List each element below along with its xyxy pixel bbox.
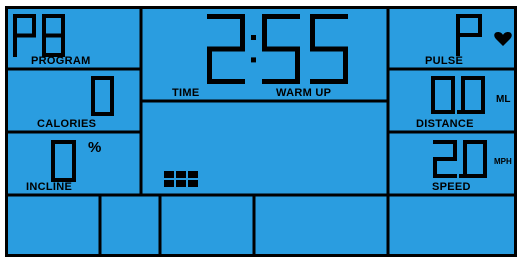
- speed-label: SPEED: [432, 181, 471, 193]
- incline-label: INCLINE: [26, 181, 72, 193]
- incline-unit: %: [88, 139, 101, 156]
- time-label: TIME: [172, 87, 199, 99]
- distance-label: DISTANCE: [416, 118, 474, 130]
- treadmill-console-display: PROGRAM CALORIES % INCLINE TIME WARM UP …: [5, 6, 517, 257]
- speed-unit: MPH: [494, 157, 512, 166]
- program-label: PROGRAM: [31, 55, 91, 67]
- calories-label: CALORIES: [37, 118, 96, 130]
- pulse-label: PULSE: [425, 55, 463, 67]
- mode-label: WARM UP: [276, 87, 331, 99]
- distance-unit: ML: [496, 94, 510, 105]
